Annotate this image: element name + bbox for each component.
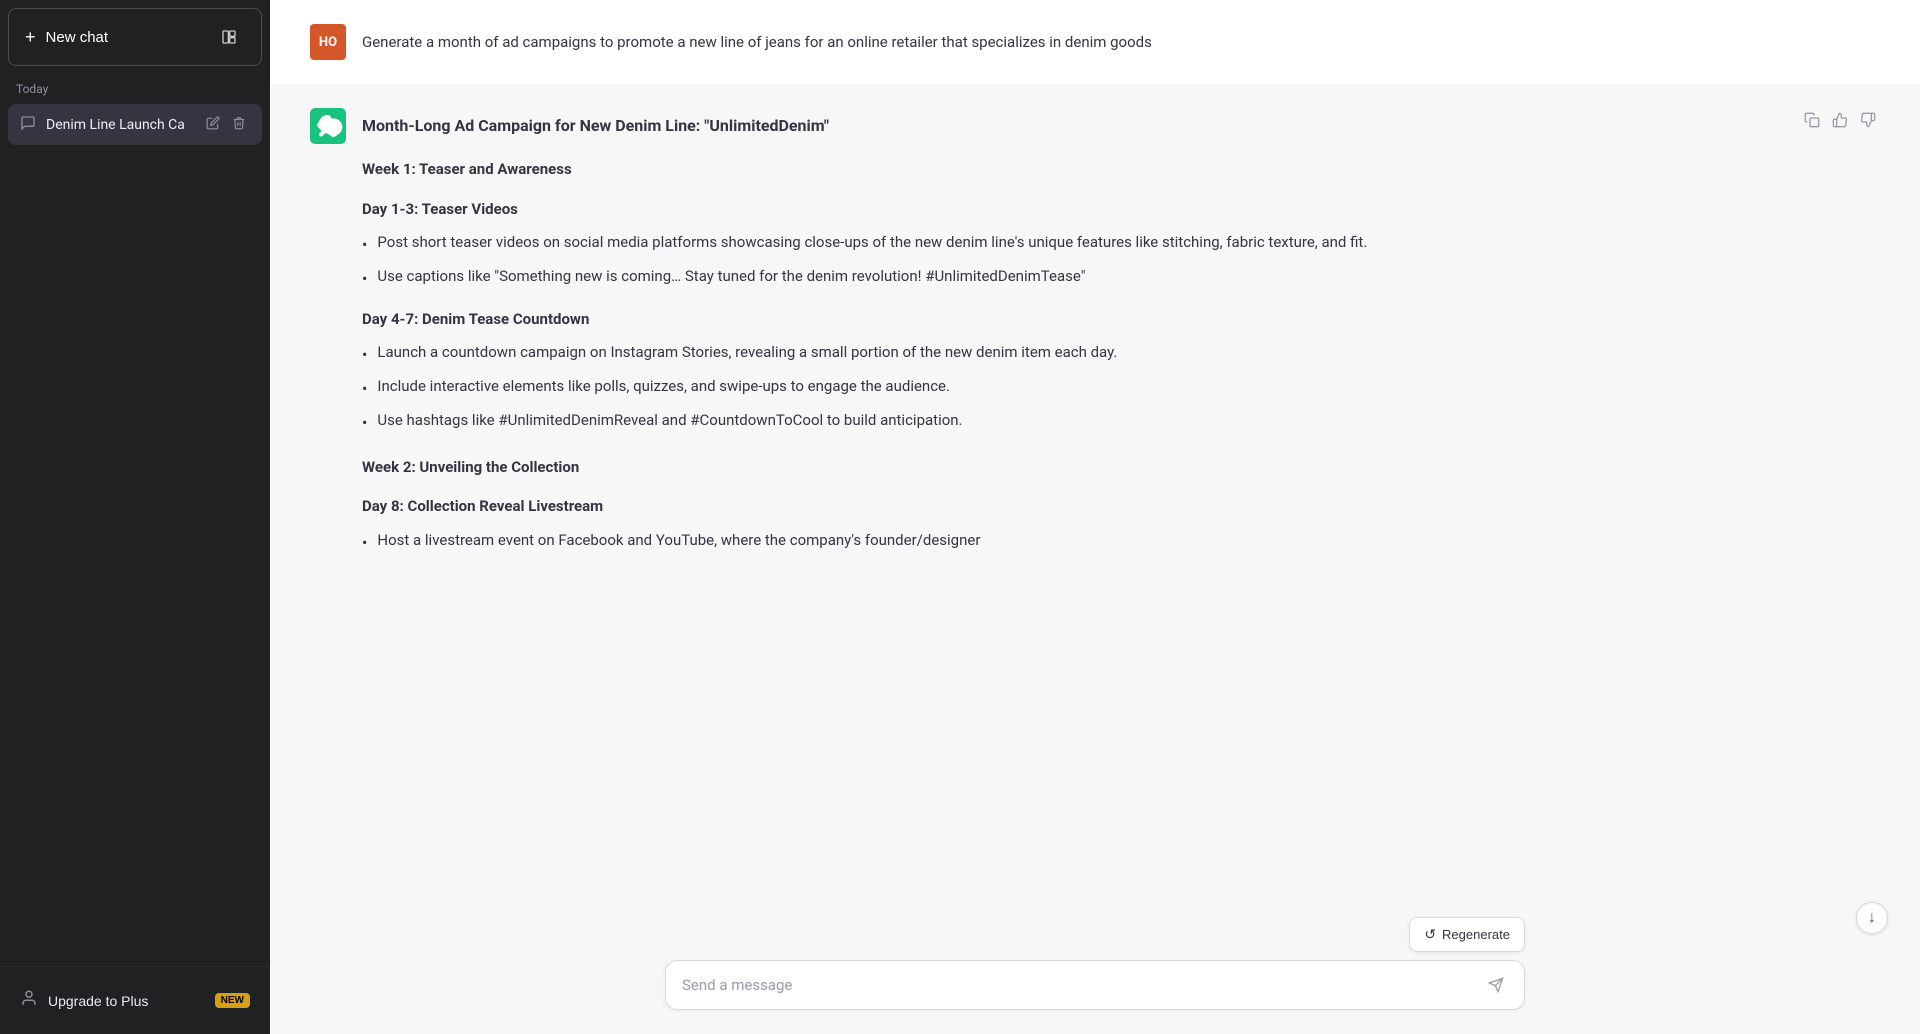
regenerate-icon: ↺: [1424, 926, 1436, 943]
message-input-container: [665, 960, 1525, 1010]
upgrade-button[interactable]: Upgrade to Plus NEW: [8, 979, 262, 1022]
upgrade-label: Upgrade to Plus: [48, 993, 148, 1009]
layout-icon[interactable]: [213, 21, 245, 53]
bullet-text: Host a livestream event on Facebook and …: [377, 528, 980, 553]
user-message-text: Generate a month of ad campaigns to prom…: [362, 24, 1152, 54]
chat-item-label: Denim Line Launch Ca: [46, 117, 192, 133]
week1-heading: Week 1: Teaser and Awareness: [362, 157, 1880, 183]
chat-item[interactable]: Denim Line Launch Ca: [8, 104, 262, 145]
regenerate-container: ↺ Regenerate: [665, 917, 1525, 952]
bullet-text: Launch a countdown campaign on Instagram…: [377, 340, 1117, 365]
delete-chat-button[interactable]: [228, 114, 250, 135]
day1-3-heading: Day 1-3: Teaser Videos: [362, 197, 1880, 223]
plus-icon: +: [25, 27, 36, 48]
user-avatar: HO: [310, 24, 346, 60]
day8-bullets: • Host a livestream event on Facebook an…: [362, 528, 1880, 556]
bullet-item: • Post short teaser videos on social med…: [362, 230, 1880, 258]
day1-3-bullets: • Post short teaser videos on social med…: [362, 230, 1880, 292]
user-message: HO Generate a month of ad campaigns to p…: [270, 0, 1920, 84]
chat-item-actions: [202, 114, 250, 135]
thumbs-down-button[interactable]: [1856, 108, 1880, 137]
bullet-item: • Use captions like "Something new is co…: [362, 264, 1880, 292]
bullet-dot: •: [362, 375, 367, 402]
bullet-dot: •: [362, 231, 367, 258]
thumbs-up-button[interactable]: [1828, 108, 1852, 137]
chat-list: Denim Line Launch Ca: [0, 100, 270, 149]
main-content: HO Generate a month of ad campaigns to p…: [270, 0, 1920, 1034]
ai-message-content: Month-Long Ad Campaign for New Denim Lin…: [362, 108, 1880, 562]
regenerate-button[interactable]: ↺ Regenerate: [1409, 917, 1525, 952]
ai-message-actions: [1800, 108, 1880, 137]
copy-button[interactable]: [1800, 108, 1824, 137]
user-icon: [20, 989, 38, 1012]
sidebar-footer: Upgrade to Plus NEW: [0, 966, 270, 1034]
send-button[interactable]: [1484, 973, 1508, 997]
bullet-dot: •: [362, 529, 367, 556]
bullet-item: • Launch a countdown campaign on Instagr…: [362, 340, 1880, 368]
bullet-text: Use captions like "Something new is comi…: [377, 264, 1085, 289]
chat-icon: [20, 115, 36, 135]
response-title: Month-Long Ad Campaign for New Denim Lin…: [362, 112, 1880, 139]
scroll-down-button[interactable]: ↓: [1856, 902, 1888, 934]
day8-heading: Day 8: Collection Reveal Livestream: [362, 494, 1880, 520]
bullet-item: • Use hashtags like #UnlimitedDenimRevea…: [362, 408, 1880, 436]
bullet-text: Post short teaser videos on social media…: [377, 230, 1367, 255]
bullet-dot: •: [362, 265, 367, 292]
ai-avatar: [310, 108, 346, 144]
chat-area: HO Generate a month of ad campaigns to p…: [270, 0, 1920, 901]
ai-message: Month-Long Ad Campaign for New Denim Lin…: [270, 84, 1920, 586]
input-area: ↺ Regenerate: [270, 901, 1920, 1034]
new-badge: NEW: [215, 993, 250, 1008]
bullet-text: Use hashtags like #UnlimitedDenimReveal …: [377, 408, 962, 433]
bullet-dot: •: [362, 341, 367, 368]
day4-7-bullets: • Launch a countdown campaign on Instagr…: [362, 340, 1880, 437]
bullet-text: Include interactive elements like polls,…: [377, 374, 950, 399]
week2-heading: Week 2: Unveiling the Collection: [362, 455, 1880, 481]
regenerate-label: Regenerate: [1442, 927, 1510, 942]
message-input[interactable]: [682, 976, 1484, 994]
new-chat-label: New chat: [46, 29, 109, 46]
day4-7-heading: Day 4-7: Denim Tease Countdown: [362, 307, 1880, 333]
edit-chat-button[interactable]: [202, 114, 224, 135]
bullet-item: • Include interactive elements like poll…: [362, 374, 1880, 402]
new-chat-button[interactable]: + New chat: [8, 8, 262, 66]
bullet-dot: •: [362, 409, 367, 436]
today-label: Today: [0, 74, 270, 100]
bullet-item: • Host a livestream event on Facebook an…: [362, 528, 1880, 556]
scroll-down-icon: ↓: [1868, 909, 1876, 927]
sidebar: + New chat Today Denim Line Launch Ca: [0, 0, 270, 1034]
